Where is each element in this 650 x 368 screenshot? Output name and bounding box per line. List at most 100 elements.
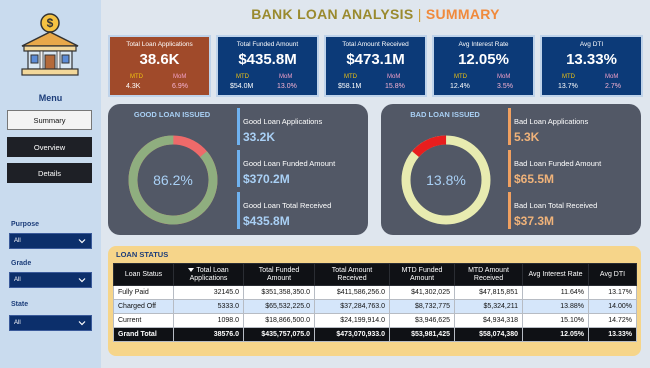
kpi-mom-label: MoM bbox=[605, 74, 619, 80]
table-cell: $8,732,775 bbox=[389, 299, 455, 314]
table-cell: 5333.0 bbox=[173, 299, 244, 314]
sidebar: $ Menu Summary Overview Details Purpose … bbox=[0, 0, 101, 368]
table-cell: 32145.0 bbox=[173, 285, 244, 300]
table-cell: 12.05% bbox=[522, 327, 589, 342]
kpi-card-total-loan-applications: Total Loan Applications 38.6K MTD MoM 4.… bbox=[108, 35, 211, 97]
nav-button-overview[interactable]: Overview bbox=[7, 137, 92, 157]
table-header-row: Loan Status Total Loan Applications Tota… bbox=[113, 263, 637, 286]
table-cell: Current bbox=[113, 313, 174, 328]
kpi-value: 38.6K bbox=[139, 51, 180, 68]
loan-status-title: LOAN STATUS bbox=[116, 250, 169, 259]
page-title: BANK LOAN ANALYSIS | SUMMARY bbox=[101, 6, 650, 22]
nav-button-details[interactable]: Details bbox=[7, 163, 92, 183]
table-cell: $41,302,025 bbox=[389, 285, 455, 300]
column-header[interactable]: Avg DTI bbox=[588, 263, 637, 286]
kpi-mom-value: 13.0% bbox=[277, 83, 297, 90]
table-cell: 13.17% bbox=[588, 285, 637, 300]
kpi-mom-label: MoM bbox=[173, 74, 187, 80]
table-cell: Fully Paid bbox=[113, 285, 174, 300]
kpi-title: Total Funded Amount bbox=[236, 41, 299, 48]
dashboard: $ Menu Summary Overview Details Purpose … bbox=[0, 0, 650, 368]
kpi-mtd-label: MTD bbox=[344, 74, 357, 80]
kpi-value: $435.8M bbox=[238, 51, 297, 68]
kpi-mtd-label: MTD bbox=[130, 74, 143, 80]
table-cell: 38576.0 bbox=[173, 327, 244, 342]
table-total-row: Grand Total 38576.0 $435,757,075.0 $473,… bbox=[113, 327, 637, 342]
good-loan-funded-value: $370.2M bbox=[243, 172, 290, 186]
good-loan-received-value: $435.8M bbox=[243, 214, 290, 228]
column-header[interactable]: Avg Interest Rate bbox=[522, 263, 589, 286]
kpi-mtd-value: $58.1M bbox=[338, 83, 362, 90]
table-cell: $3,946,625 bbox=[389, 313, 455, 328]
good-loan-applications-value: 33.2K bbox=[243, 130, 276, 144]
table-cell: 14.72% bbox=[588, 313, 637, 328]
column-header-sorted[interactable]: Total Loan Applications bbox=[173, 263, 244, 286]
good-loan-donut: 86.2% bbox=[128, 135, 218, 225]
table-cell: $65,532,225.0 bbox=[243, 299, 315, 314]
table-cell: 13.88% bbox=[522, 299, 589, 314]
table-row[interactable]: Current 1098.0 $18,866,500.0 $24,199,914… bbox=[113, 313, 637, 328]
page-title-section: SUMMARY bbox=[425, 6, 500, 22]
state-filter-dropdown[interactable]: All bbox=[9, 315, 92, 331]
bad-loan-panel: BAD LOAN ISSUED 13.8% Bad Loan Applicati… bbox=[381, 104, 641, 235]
table-cell: $53,981,425 bbox=[389, 327, 455, 342]
good-loan-applications-label: Good Loan Applications bbox=[243, 117, 323, 126]
kpi-mtd-label: MTD bbox=[562, 74, 575, 80]
bad-loan-applications-label: Bad Loan Applications bbox=[514, 117, 589, 126]
state-filter-label: State bbox=[11, 301, 29, 308]
table-row[interactable]: Charged Off 5333.0 $65,532,225.0 $37,284… bbox=[113, 299, 637, 314]
kpi-value: $473.1M bbox=[346, 51, 405, 68]
column-header[interactable]: Total Funded Amount bbox=[243, 263, 315, 286]
bad-loan-percent: 13.8% bbox=[426, 172, 466, 188]
table-cell: $4,934,318 bbox=[454, 313, 523, 328]
purpose-filter-dropdown[interactable]: All bbox=[9, 233, 92, 249]
table-cell: 1098.0 bbox=[173, 313, 244, 328]
grade-filter-value: All bbox=[14, 277, 21, 283]
chevron-down-icon bbox=[78, 321, 86, 326]
table-cell: $18,866,500.0 bbox=[243, 313, 315, 328]
kpi-mom-label: MoM bbox=[497, 74, 511, 80]
nav-button-summary[interactable]: Summary bbox=[7, 110, 92, 130]
column-header[interactable]: MTD Funded Amount bbox=[389, 263, 455, 286]
column-header[interactable]: Loan Status bbox=[113, 263, 174, 286]
column-header[interactable]: MTD Amount Received bbox=[454, 263, 523, 286]
kpi-title: Total Loan Applications bbox=[126, 41, 193, 48]
good-loan-received-label: Good Loan Total Received bbox=[243, 201, 332, 210]
page-title-separator: | bbox=[417, 6, 422, 22]
table-cell: Charged Off bbox=[113, 299, 174, 314]
state-filter-value: All bbox=[14, 320, 21, 326]
good-metric-bar bbox=[237, 150, 240, 187]
table-row[interactable]: Fully Paid 32145.0 $351,358,350.0 $411,5… bbox=[113, 285, 637, 300]
bad-loan-title: BAD LOAN ISSUED bbox=[410, 110, 480, 119]
kpi-mtd-value: 13.7% bbox=[558, 83, 578, 90]
kpi-mom-value: 6.9% bbox=[172, 83, 188, 90]
kpi-mom-label: MoM bbox=[279, 74, 293, 80]
grade-filter-dropdown[interactable]: All bbox=[9, 272, 92, 288]
loan-status-section: LOAN STATUS Loan Status Total Loan Appli… bbox=[108, 246, 641, 356]
sort-desc-icon bbox=[188, 267, 195, 272]
table-cell: $351,358,350.0 bbox=[243, 285, 315, 300]
purpose-filter-label: Purpose bbox=[11, 221, 40, 228]
table-cell: 11.64% bbox=[522, 285, 589, 300]
kpi-title: Avg DTI bbox=[579, 41, 604, 48]
kpi-mtd-label: MTD bbox=[454, 74, 467, 80]
kpi-card-avg-dti: Avg DTI 13.33% MTD MoM 13.7% 2.7% bbox=[540, 35, 643, 97]
table-cell: $473,070,933.0 bbox=[314, 327, 390, 342]
kpi-title: Total Amount Received bbox=[342, 41, 409, 48]
kpi-mom-label: MoM bbox=[387, 74, 401, 80]
kpi-mom-value: 2.7% bbox=[605, 83, 621, 90]
kpi-card-total-amount-received: Total Amount Received $473.1M MTD MoM $5… bbox=[324, 35, 427, 97]
bad-loan-donut: 13.8% bbox=[401, 135, 491, 225]
good-loan-percent: 86.2% bbox=[153, 172, 193, 188]
kpi-mtd-label: MTD bbox=[236, 74, 249, 80]
bad-metric-bar bbox=[508, 150, 511, 187]
kpi-mom-value: 15.8% bbox=[385, 83, 405, 90]
table-cell: 14.00% bbox=[588, 299, 637, 314]
column-header[interactable]: Total Amount Received bbox=[314, 263, 390, 286]
kpi-mom-value: 3.5% bbox=[497, 83, 513, 90]
purpose-filter-value: All bbox=[14, 238, 21, 244]
kpi-mtd-value: 4.3K bbox=[126, 83, 141, 90]
bad-loan-received-value: $37.3M bbox=[514, 214, 555, 228]
table-cell: $24,199,914.0 bbox=[314, 313, 390, 328]
table-cell: 15.10% bbox=[522, 313, 589, 328]
